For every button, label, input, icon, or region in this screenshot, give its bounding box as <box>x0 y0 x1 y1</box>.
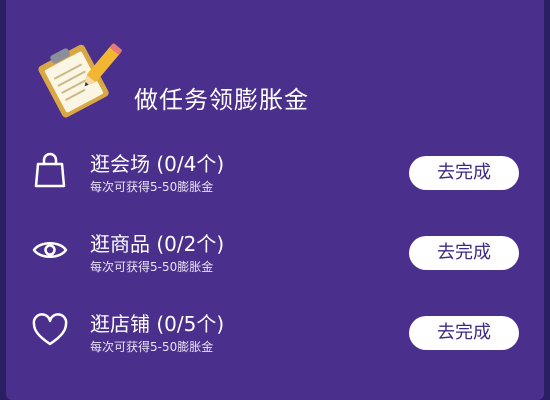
page-title: 做任务领膨胀金 <box>134 86 309 114</box>
complete-button-stores[interactable]: 去完成 <box>409 316 519 350</box>
task-row-stores: 逛店铺 (0/5个) 每次可获得5-50膨胀金 去完成 <box>6 308 544 372</box>
task-row-products: 逛商品 (0/2个) 每次可获得5-50膨胀金 去完成 <box>6 228 544 292</box>
task-row-venue: 逛会场 (0/4个) 每次可获得5-50膨胀金 去完成 <box>6 148 544 212</box>
complete-button-products[interactable]: 去完成 <box>409 236 519 270</box>
shopping-bag-icon <box>34 152 66 188</box>
task-title: 逛会场 (0/4个) <box>90 152 225 176</box>
task-title: 逛店铺 (0/5个) <box>90 312 225 336</box>
task-subtitle: 每次可获得5-50膨胀金 <box>90 260 214 274</box>
task-subtitle: 每次可获得5-50膨胀金 <box>90 180 214 194</box>
task-panel: 做任务领膨胀金 逛会场 (0/4个) 每次可获得5-50膨胀金 去完成 逛商品 … <box>6 0 544 400</box>
task-subtitle: 每次可获得5-50膨胀金 <box>90 340 214 354</box>
task-title: 逛商品 (0/2个) <box>90 232 225 256</box>
clipboard-pencil-icon <box>38 43 122 118</box>
heart-icon <box>32 313 68 346</box>
eye-icon <box>32 242 68 258</box>
complete-button-venue[interactable]: 去完成 <box>409 156 519 190</box>
task-header: 做任务领膨胀金 <box>34 38 334 128</box>
